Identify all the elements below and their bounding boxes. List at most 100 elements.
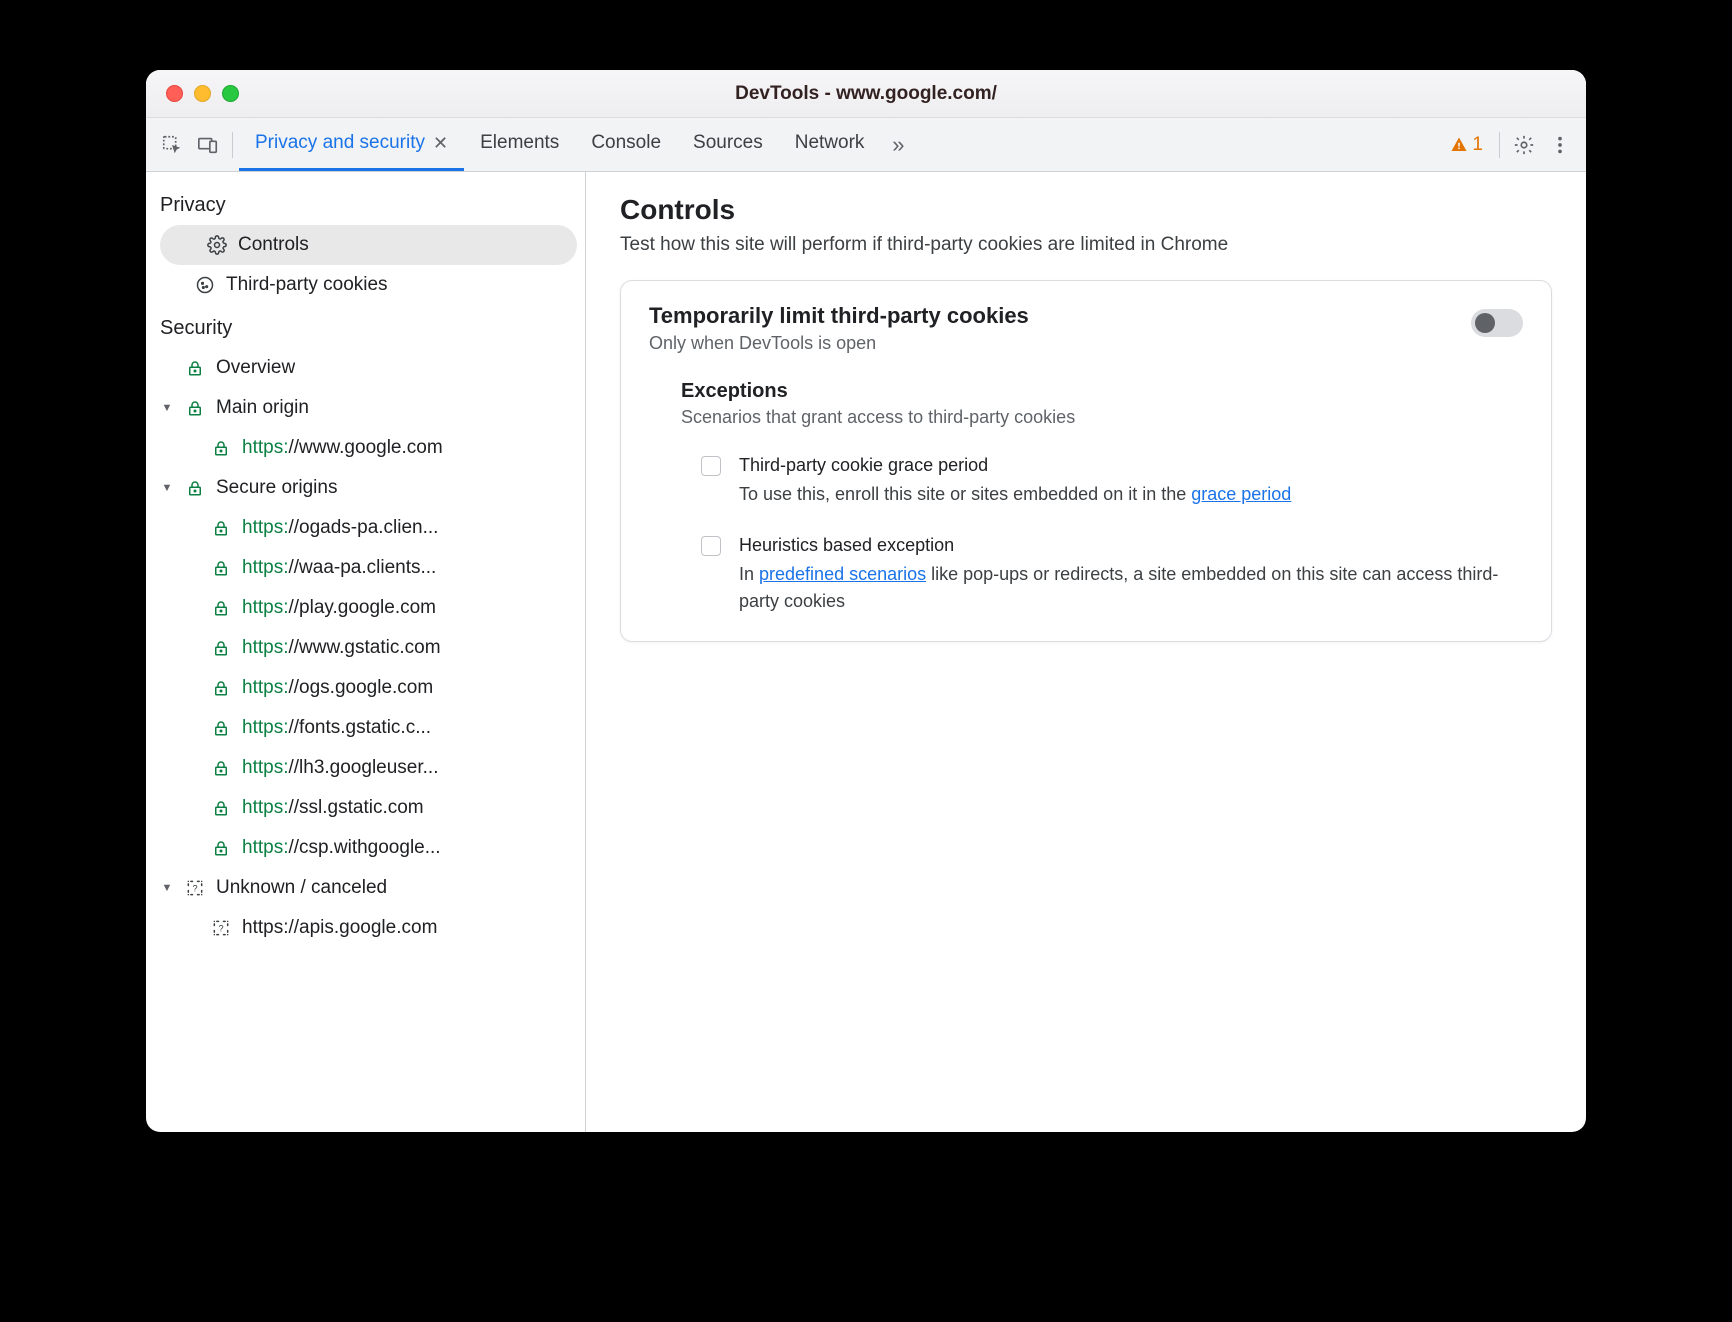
sidebar-item-label: https://play.google.com <box>242 597 436 619</box>
sidebar-item[interactable]: Third-party cookies <box>146 265 585 305</box>
sidebar-item-label: Secure origins <box>216 477 337 499</box>
lock-icon <box>208 519 234 537</box>
sidebar-item-label: Unknown / canceled <box>216 877 387 899</box>
tab-label: Sources <box>693 132 763 154</box>
lock-icon <box>208 639 234 657</box>
tab-label: Network <box>795 132 865 154</box>
toolbar: Privacy and security ✕ Elements Console … <box>146 118 1586 172</box>
page-subtitle: Test how this site will perform if third… <box>620 234 1552 256</box>
sidebar-item[interactable]: Controls <box>160 225 577 265</box>
limit-cookies-card: Temporarily limit third-party cookies On… <box>620 280 1552 642</box>
exception-title: Heuristics based exception <box>739 532 1523 559</box>
sidebar-item[interactable]: https://ogs.google.com <box>146 668 585 708</box>
close-tab-icon[interactable]: ✕ <box>433 133 448 154</box>
device-toolbar-icon[interactable] <box>190 127 226 163</box>
question-icon: ? <box>182 878 208 898</box>
exceptions-subtitle: Scenarios that grant access to third-par… <box>681 407 1523 428</box>
sidebar-item-label: https://ssl.gstatic.com <box>242 797 424 819</box>
sidebar-item[interactable]: ▼ Secure origins <box>146 468 585 508</box>
exception-title: Third-party cookie grace period <box>739 452 1291 479</box>
tab-elements[interactable]: Elements <box>464 118 575 171</box>
heuristics-checkbox[interactable] <box>701 536 721 556</box>
sidebar-item[interactable]: https://fonts.gstatic.c... <box>146 708 585 748</box>
sidebar-item[interactable]: https://csp.withgoogle... <box>146 828 585 868</box>
sidebar-item-label: Third-party cookies <box>226 274 388 296</box>
lock-icon <box>208 679 234 697</box>
exception-desc-pre: In <box>739 564 759 584</box>
sidebar-item-label: https://ogs.google.com <box>242 677 433 699</box>
sidebar-item-label: https://ogads-pa.clien... <box>242 517 438 539</box>
inspect-element-icon[interactable] <box>154 127 190 163</box>
predefined-scenarios-link[interactable]: predefined scenarios <box>759 564 926 584</box>
sidebar-item[interactable]: https://lh3.googleuser... <box>146 748 585 788</box>
limit-cookies-toggle[interactable] <box>1471 309 1523 337</box>
lock-icon <box>208 759 234 777</box>
sidebar-item[interactable]: ? https://apis.google.com <box>146 908 585 948</box>
sidebar-item-label: https://www.google.com <box>242 437 443 459</box>
sidebar: Privacy Controls Third-party cookies Securi… <box>146 172 586 1132</box>
sidebar-item[interactable]: ▼ Main origin <box>146 388 585 428</box>
svg-text:?: ? <box>218 923 223 933</box>
lock-icon <box>208 559 234 577</box>
issues-warning-badge[interactable]: 1 <box>1440 134 1493 156</box>
cookie-icon <box>192 275 218 295</box>
panel-body: Privacy Controls Third-party cookies Securi… <box>146 172 1586 1132</box>
gear-icon <box>204 235 230 255</box>
page-title: Controls <box>620 194 1552 226</box>
traffic-lights <box>146 85 239 102</box>
tab-sources[interactable]: Sources <box>677 118 779 171</box>
sidebar-item-label: Controls <box>238 234 309 256</box>
lock-icon <box>208 599 234 617</box>
close-window-button[interactable] <box>166 85 183 102</box>
tab-label: Console <box>591 132 661 154</box>
sidebar-section-header: Security <box>146 305 585 348</box>
grace-period-checkbox[interactable] <box>701 456 721 476</box>
sidebar-item[interactable]: https://www.gstatic.com <box>146 628 585 668</box>
svg-text:?: ? <box>192 883 197 893</box>
tab-privacy-security[interactable]: Privacy and security ✕ <box>239 118 464 171</box>
zoom-window-button[interactable] <box>222 85 239 102</box>
sidebar-item[interactable]: https://play.google.com <box>146 588 585 628</box>
minimize-window-button[interactable] <box>194 85 211 102</box>
sidebar-item-label: https://apis.google.com <box>242 917 437 939</box>
card-title: Temporarily limit third-party cookies <box>649 303 1471 329</box>
sidebar-item-label: https://fonts.gstatic.c... <box>242 717 431 739</box>
window-title: DevTools - www.google.com/ <box>146 83 1586 105</box>
twisty-icon: ▼ <box>160 882 174 894</box>
tab-console[interactable]: Console <box>575 118 677 171</box>
question-icon: ? <box>208 918 234 938</box>
sidebar-item-label: https://waa-pa.clients... <box>242 557 436 579</box>
lock-icon <box>208 799 234 817</box>
tab-network[interactable]: Network <box>779 118 881 171</box>
more-tabs-icon[interactable]: » <box>880 127 916 163</box>
sidebar-item-label: https://lh3.googleuser... <box>242 757 438 779</box>
sidebar-item[interactable]: https://ogads-pa.clien... <box>146 508 585 548</box>
sidebar-item[interactable]: https://waa-pa.clients... <box>146 548 585 588</box>
settings-icon[interactable] <box>1506 127 1542 163</box>
twisty-icon: ▼ <box>160 482 174 494</box>
sidebar-item-label: Main origin <box>216 397 309 419</box>
sidebar-item[interactable]: https://www.google.com <box>146 428 585 468</box>
divider <box>232 132 233 158</box>
grace-period-link[interactable]: grace period <box>1191 484 1291 504</box>
sidebar-item[interactable]: Overview <box>146 348 585 388</box>
panel-tabs: Privacy and security ✕ Elements Console … <box>239 118 916 171</box>
titlebar: DevTools - www.google.com/ <box>146 70 1586 118</box>
card-subtitle: Only when DevTools is open <box>649 333 1471 354</box>
sidebar-item[interactable]: ▼? Unknown / canceled <box>146 868 585 908</box>
sidebar-item-label: https://www.gstatic.com <box>242 637 441 659</box>
warning-count: 1 <box>1472 134 1483 156</box>
exception-item-heuristics: Heuristics based exception In predefined… <box>681 532 1523 615</box>
devtools-window: DevTools - www.google.com/ Privacy and s… <box>146 70 1586 1132</box>
sidebar-item-label: Overview <box>216 357 295 379</box>
more-menu-icon[interactable] <box>1542 127 1578 163</box>
lock-icon <box>182 359 208 377</box>
sidebar-item-label: https://csp.withgoogle... <box>242 837 441 859</box>
sidebar-item[interactable]: https://ssl.gstatic.com <box>146 788 585 828</box>
content-pane: Controls Test how this site will perform… <box>586 172 1586 1132</box>
exception-item-grace-period: Third-party cookie grace period To use t… <box>681 452 1523 508</box>
sidebar-section-header: Privacy <box>146 182 585 225</box>
twisty-icon: ▼ <box>160 402 174 414</box>
divider <box>1499 132 1500 158</box>
lock-icon <box>182 399 208 417</box>
